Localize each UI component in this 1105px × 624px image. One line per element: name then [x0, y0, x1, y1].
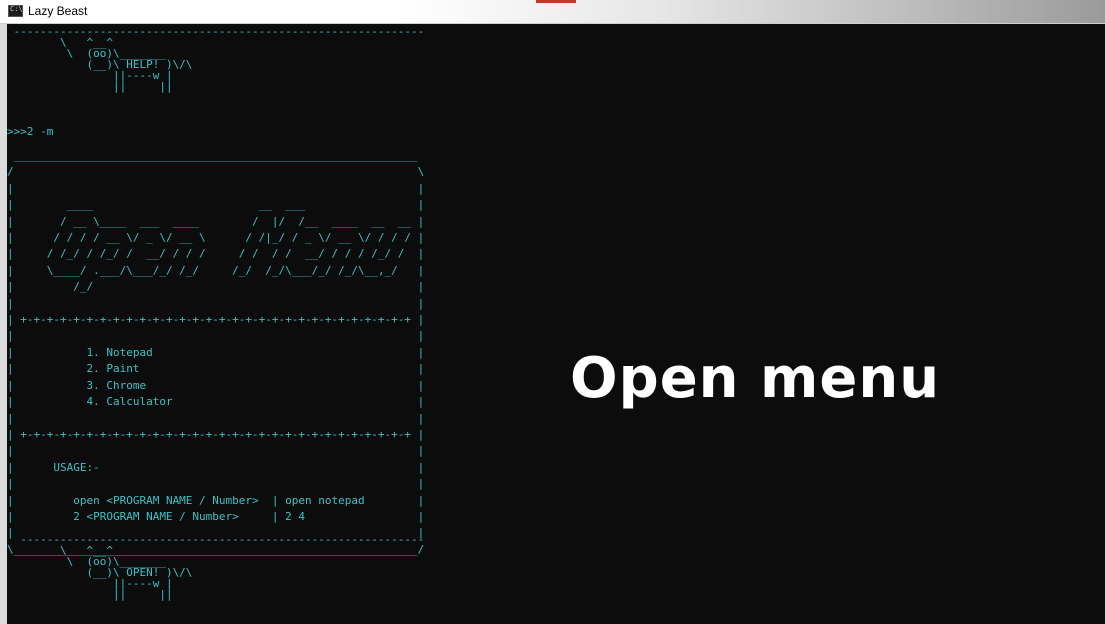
window-title: Lazy Beast [28, 4, 88, 18]
window-title-bar[interactable]: Lazy Beast [0, 0, 1105, 24]
command-prompt: >>>2 -m [7, 125, 54, 138]
open-menu-panel: ________________________________________… [7, 149, 425, 556]
title-bar-accent [536, 0, 576, 3]
terminal-area[interactable]: ----------------------------------------… [7, 24, 1105, 624]
cow-help-art: ----------------------------------------… [13, 25, 425, 93]
window-left-border [0, 24, 7, 624]
console-icon [8, 5, 23, 17]
video-caption: Open menu [570, 346, 941, 411]
cow-open-art: ----------------------------------------… [20, 533, 425, 601]
